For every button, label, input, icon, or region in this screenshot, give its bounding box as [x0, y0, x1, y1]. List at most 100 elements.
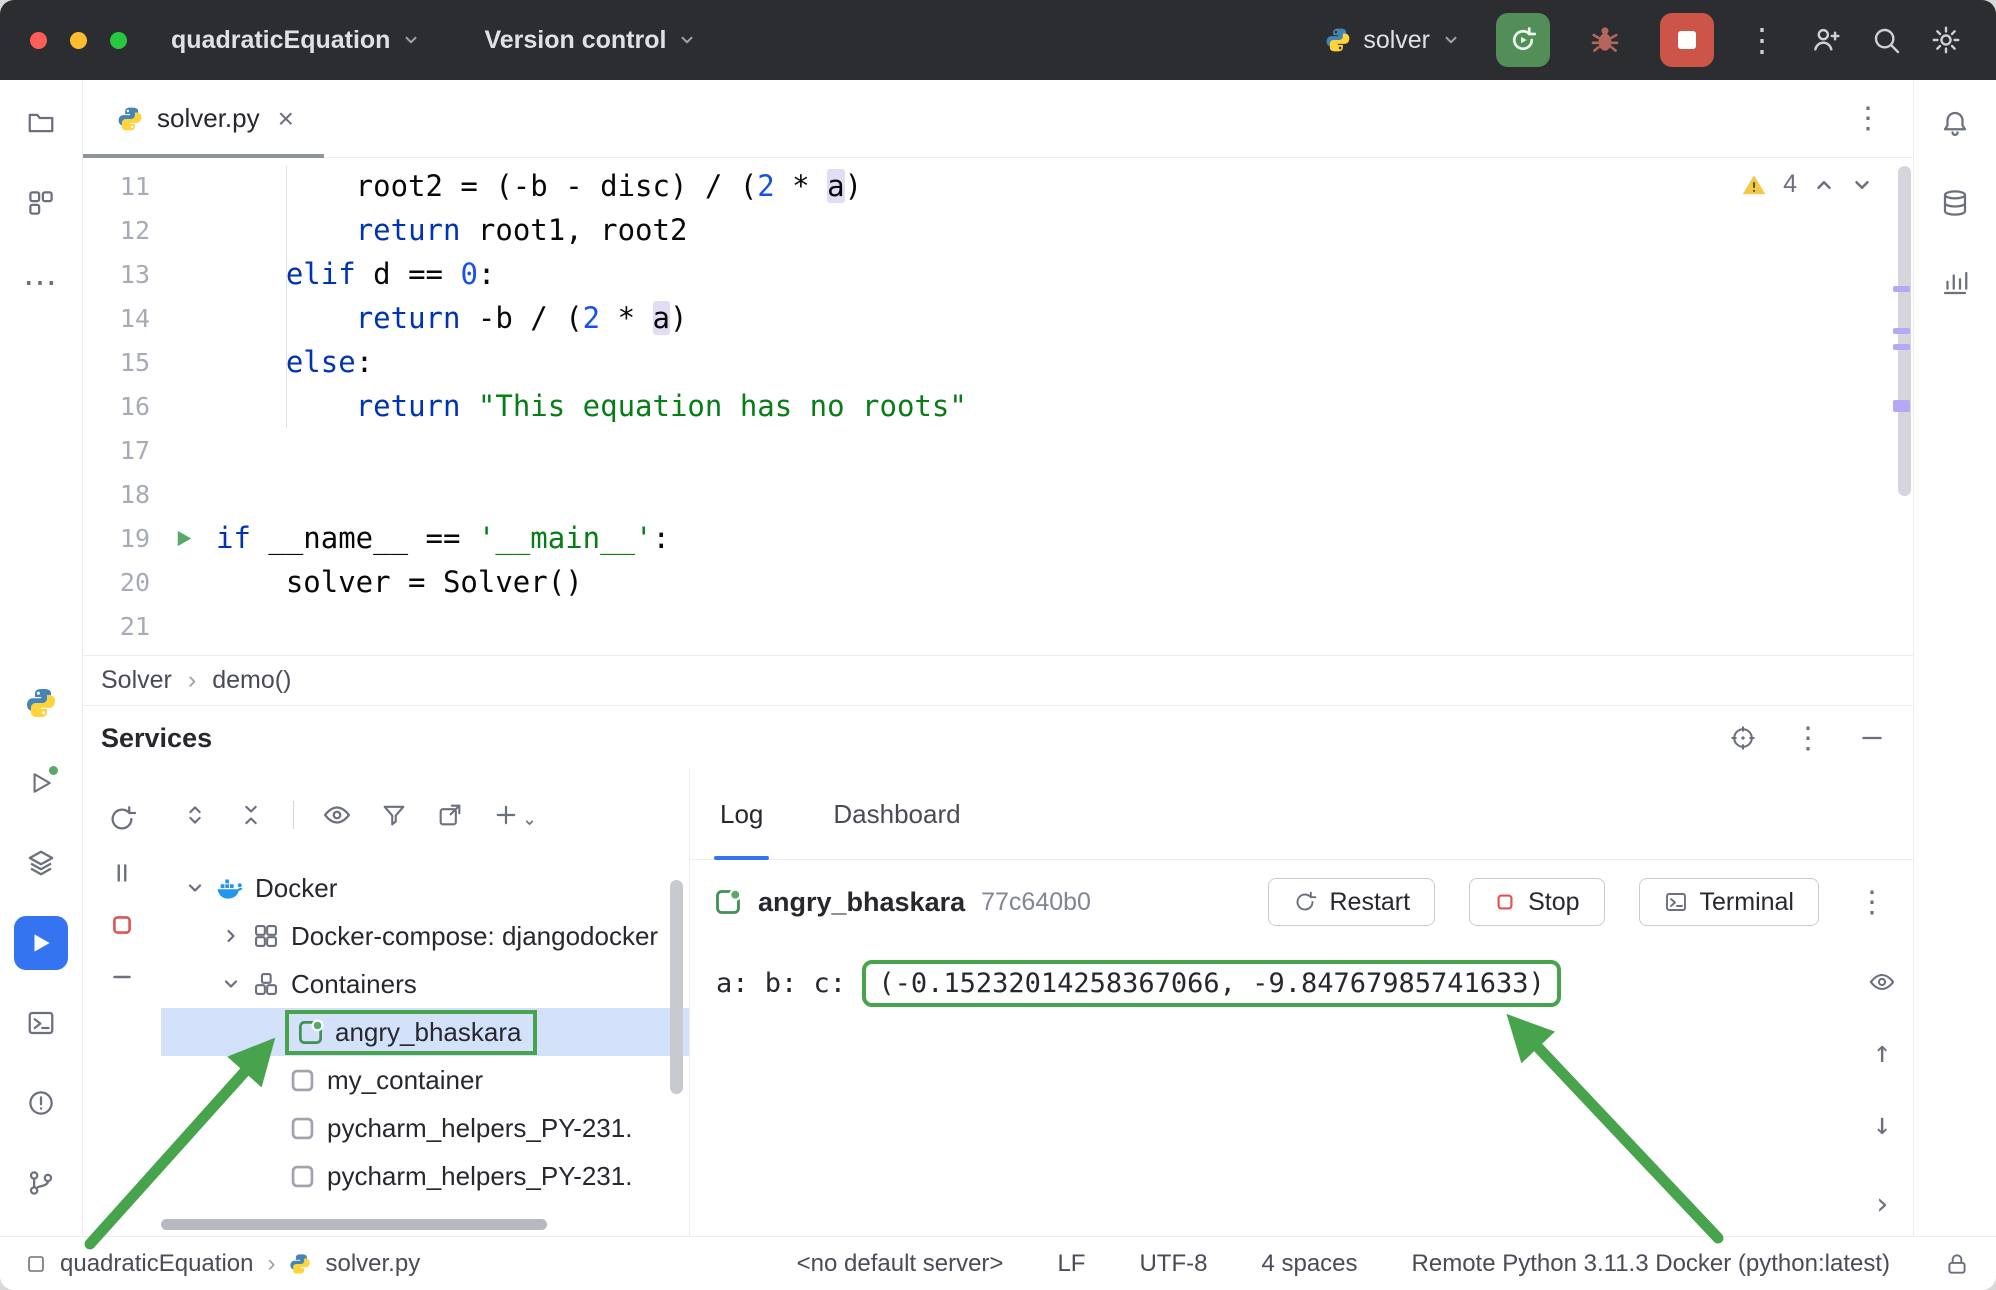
settings-gear-icon[interactable]: [1930, 24, 1962, 56]
breadcrumb-class[interactable]: Solver: [101, 666, 172, 695]
code-line[interactable]: 15 else:: [83, 340, 1913, 384]
stop-button[interactable]: [1660, 13, 1714, 67]
panel-options-menu[interactable]: ⋮: [1793, 721, 1823, 756]
database-layers-tool-button[interactable]: [14, 836, 68, 890]
run-tool-button[interactable]: [14, 756, 68, 810]
more-tool-windows-button[interactable]: ⋯: [14, 256, 68, 310]
code-line[interactable]: 17: [83, 428, 1913, 472]
lock-icon[interactable]: [1944, 1251, 1970, 1277]
stop-container-button[interactable]: Stop: [1469, 878, 1604, 926]
next-warning-chevron-down-icon[interactable]: [1851, 174, 1873, 196]
breadcrumb-method[interactable]: demo(): [212, 666, 291, 695]
change-marker: [1893, 286, 1910, 292]
expand-all-icon[interactable]: [181, 801, 209, 829]
prev-warning-chevron-up-icon[interactable]: [1813, 174, 1835, 196]
close-tab-icon[interactable]: ×: [274, 103, 298, 135]
tree-chevron[interactable]: [213, 974, 249, 994]
python-packages-tool-button[interactable]: [14, 676, 68, 730]
tab-dashboard[interactable]: Dashboard: [827, 770, 966, 859]
services-side-toolbar: [83, 770, 161, 1236]
code-line[interactable]: 12 return root1, root2: [83, 208, 1913, 252]
hide-panel-minus-icon[interactable]: [1859, 725, 1885, 751]
view-options-eye-icon[interactable]: [322, 800, 352, 830]
tree-row[interactable]: angry_bhaskara: [161, 1008, 689, 1056]
refresh-icon[interactable]: [107, 804, 137, 834]
tree-row[interactable]: my_container: [161, 1056, 689, 1104]
code-line[interactable]: 20 solver = Solver(): [83, 560, 1913, 604]
gutter[interactable]: [150, 527, 216, 550]
tree-row[interactable]: Docker: [161, 864, 689, 912]
status-item[interactable]: LF: [1057, 1250, 1085, 1278]
tree-horizontal-scrollbar[interactable]: [161, 1219, 547, 1230]
code-line[interactable]: 13 elif d == 0:: [83, 252, 1913, 296]
target-icon[interactable]: [1729, 724, 1757, 752]
more-actions-menu[interactable]: ⋮: [1742, 24, 1782, 56]
code-line[interactable]: 11 root2 = (-b - disc) / (2 * a): [83, 164, 1913, 208]
line-number: 16: [83, 392, 150, 421]
minimize-window-button[interactable]: [70, 32, 87, 49]
tree-row[interactable]: Docker-compose: djangodocker: [161, 912, 689, 960]
add-service-button[interactable]: [492, 801, 536, 829]
profiler-tool-button[interactable]: [1928, 256, 1982, 310]
tab-log[interactable]: Log: [714, 770, 769, 859]
statusbar-file[interactable]: solver.py: [325, 1250, 420, 1278]
version-control-menu[interactable]: Version control: [484, 26, 696, 55]
status-item[interactable]: 4 spaces: [1261, 1250, 1357, 1278]
tree-row-label: pycharm_helpers_PY-231.: [327, 1161, 632, 1192]
code-line[interactable]: 14 return -b / (2 * a): [83, 296, 1913, 340]
project-menu[interactable]: quadraticEquation: [171, 26, 420, 55]
debug-button[interactable]: [1578, 13, 1632, 67]
chart-icon: [1940, 268, 1970, 298]
problems-tool-button[interactable]: [14, 1076, 68, 1130]
open-in-new-tab-icon[interactable]: [436, 801, 464, 829]
status-item[interactable]: Remote Python 3.11.3 Docker (python:late…: [1412, 1250, 1890, 1278]
more-horizontal-icon: ⋯: [23, 263, 59, 303]
notifications-tool-button[interactable]: [1928, 96, 1982, 150]
filter-funnel-icon[interactable]: [380, 801, 408, 829]
git-tool-button[interactable]: [14, 1156, 68, 1210]
scroll-to-top-icon[interactable]: ↑: [1873, 1038, 1891, 1068]
container-running-icon: [297, 1019, 324, 1046]
code-with-me-button[interactable]: [1810, 24, 1842, 56]
status-item[interactable]: UTF-8: [1139, 1250, 1207, 1278]
zoom-window-button[interactable]: [110, 32, 127, 49]
container-id: 77c640b0: [981, 888, 1091, 917]
tree-chevron[interactable]: [177, 878, 213, 898]
log-output[interactable]: a: b: c: (-0.15232014258367066, -9.84767…: [690, 944, 1913, 1236]
code-line[interactable]: 21: [83, 604, 1913, 648]
pause-icon[interactable]: [109, 860, 135, 886]
soft-wrap-eye-icon[interactable]: [1868, 968, 1896, 996]
inspection-widget[interactable]: 4: [1741, 170, 1873, 199]
code-line[interactable]: 19if __name__ == '__main__':: [83, 516, 1913, 560]
tree-row[interactable]: Containers: [161, 960, 689, 1008]
collapse-all-icon[interactable]: [237, 801, 265, 829]
statusbar-project[interactable]: quadraticEquation: [60, 1250, 253, 1278]
code-editor[interactable]: 11 root2 = (-b - disc) / (2 * a)12 retur…: [83, 158, 1913, 655]
run-configuration-selector[interactable]: solver: [1325, 26, 1460, 55]
services-tool-button[interactable]: [14, 916, 68, 970]
container-options-menu[interactable]: ⋮: [1857, 885, 1887, 920]
restart-button[interactable]: Restart: [1268, 878, 1435, 926]
database-tool-button[interactable]: [1928, 176, 1982, 230]
stop-square-icon[interactable]: [109, 912, 135, 938]
tree-vertical-scrollbar[interactable]: [670, 880, 683, 1094]
status-item[interactable]: <no default server>: [797, 1250, 1004, 1278]
project-tool-button[interactable]: [14, 96, 68, 150]
terminal-tool-button[interactable]: [14, 996, 68, 1050]
terminal-button[interactable]: Terminal: [1639, 878, 1819, 926]
tab-solver-py[interactable]: solver.py ×: [83, 80, 324, 157]
expand-chevron-right-icon[interactable]: ›: [1873, 1190, 1891, 1220]
minus-icon[interactable]: [109, 964, 135, 990]
rerun-button[interactable]: [1496, 13, 1550, 67]
tree-chevron[interactable]: [213, 926, 249, 946]
tree-row[interactable]: pycharm_helpers_PY-231.: [161, 1104, 689, 1152]
code-text: elif d == 0:: [216, 257, 495, 291]
close-window-button[interactable]: [30, 32, 47, 49]
code-line[interactable]: 16 return "This equation has no roots": [83, 384, 1913, 428]
tree-row[interactable]: pycharm_helpers_PY-231.: [161, 1152, 689, 1200]
scroll-to-bottom-icon[interactable]: ↓: [1873, 1110, 1891, 1140]
code-line[interactable]: 18: [83, 472, 1913, 516]
structure-tool-button[interactable]: [14, 176, 68, 230]
search-everywhere-button[interactable]: [1870, 24, 1902, 56]
tab-options-menu[interactable]: ⋮: [1853, 101, 1913, 136]
